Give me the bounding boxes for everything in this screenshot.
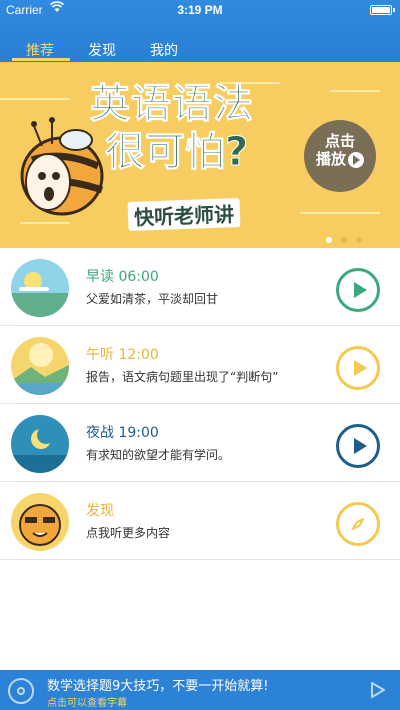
status-time: 3:19 PM [177,3,223,17]
item-title: 发现 [86,503,114,519]
play-icon [348,151,364,168]
item-title: 早读 06:00 [86,269,159,285]
tab-bar: 推荐 发现 我的 [0,38,400,62]
banner-play-badge[interactable]: 点击 播放 [304,120,376,192]
play-button[interactable] [336,346,380,390]
banner-headline-line2: 很可怕? [104,129,249,176]
item-title: 夜战 19:00 [86,425,159,441]
tab-discover[interactable]: 发现 [88,40,116,60]
play-icon [353,438,367,454]
list-item[interactable]: 早读 06:00 父爱如清茶，平淡却回甘 [0,248,400,326]
header: Carrier 3:19 PM 推荐 发现 我的 [0,0,400,62]
active-tab-indicator [12,58,70,61]
bee-avatar-icon [11,493,69,551]
play-button[interactable] [336,424,380,468]
morning-scene-icon [11,259,69,317]
badge-line2: 播放 [315,150,346,168]
tab-recommend[interactable]: 推荐 [26,40,54,60]
item-title: 午听 12:00 [86,347,159,363]
banner-page-dots [326,228,371,247]
banner-subhead: 快听老师讲 [127,198,241,231]
status-bar: Carrier 3:19 PM [0,0,400,20]
discover-button[interactable] [336,502,380,546]
play-icon [353,360,367,376]
page-dot[interactable] [356,237,362,243]
page-dot[interactable] [326,237,332,243]
item-desc: 报告，语文病句题里出现了“判断句” [86,370,279,384]
play-icon[interactable] [370,681,386,699]
banner-headline-line1: 英语语法 [90,81,254,128]
night-scene-icon [11,415,69,473]
mini-player[interactable]: 数学选择题9大技巧，不要一开始就算! 点击可以查看字幕 [0,670,400,710]
badge-line1: 点击 [324,132,355,150]
schedule-list: 早读 06:00 父爱如清茶，平淡却回甘 午听 12:00 报告，语文病句题里出… [0,248,400,560]
list-item[interactable]: 发现 点我听更多内容 [0,482,400,560]
item-desc: 父爱如清茶，平淡却回甘 [86,292,219,306]
list-item[interactable]: 夜战 19:00 有求知的欲望才能有学问。 [0,404,400,482]
page-dot[interactable] [341,237,347,243]
player-title: 数学选择题9大技巧，不要一开始就算! [47,679,269,694]
list-item[interactable]: 午听 12:00 报告，语文病句题里出现了“判断句” [0,326,400,404]
promo-banner[interactable]: 英语语法 很可怕? 快听老师讲 点击 播放 [0,62,400,248]
player-subtitle[interactable]: 点击可以查看字幕 [47,694,127,709]
battery-icon [370,5,395,15]
item-desc: 点我听更多内容 [86,526,171,540]
item-desc: 有求知的欲望才能有学问。 [86,448,231,462]
tab-mine[interactable]: 我的 [150,40,178,60]
play-button[interactable] [336,268,380,312]
disc-icon [8,678,34,704]
compass-icon [352,518,364,530]
noon-scene-icon [11,337,69,395]
play-icon [353,282,367,298]
